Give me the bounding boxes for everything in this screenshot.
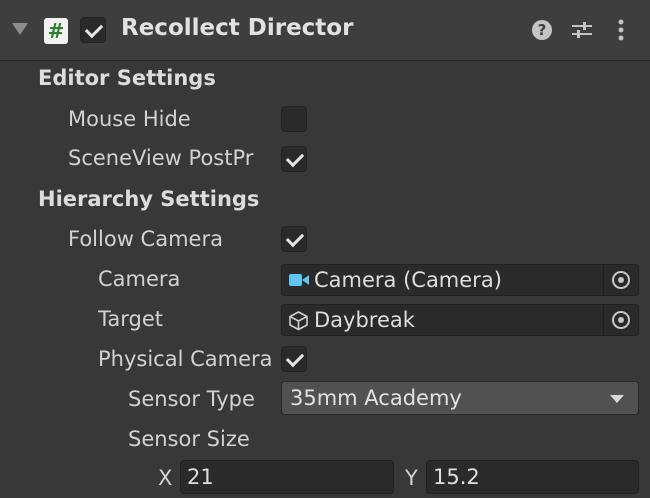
- cube-icon: [289, 311, 308, 331]
- camera-label: Camera: [98, 267, 181, 291]
- target-label: Target: [98, 307, 163, 331]
- section-hierarchy-settings: Hierarchy Settings: [38, 187, 260, 211]
- sceneview-postpr-checkbox[interactable]: [281, 146, 307, 172]
- sensor-type-dropdown[interactable]: 35mm Academy: [281, 381, 639, 415]
- camera-value: Camera (Camera): [314, 268, 502, 292]
- sensor-type-label: Sensor Type: [128, 387, 255, 411]
- chevron-down-icon: [610, 395, 624, 403]
- camera-icon: [289, 274, 309, 286]
- object-picker-icon[interactable]: [603, 305, 638, 335]
- sensor-size-x-label: X: [158, 466, 173, 490]
- sceneview-postpr-label: SceneView PostPr: [68, 146, 254, 170]
- sensor-size-y-label: Y: [405, 466, 418, 490]
- sensor-size-x-field[interactable]: 21: [180, 460, 394, 494]
- target-value: Daybreak: [314, 308, 415, 332]
- follow-camera-label: Follow Camera: [68, 227, 223, 251]
- foldout-arrow-icon[interactable]: [12, 23, 28, 35]
- sensor-size-y-value: 15.2: [433, 465, 480, 489]
- component-header: # Recollect Director ?: [0, 0, 650, 61]
- component-enabled-checkbox[interactable]: [80, 17, 106, 43]
- more-options-icon[interactable]: [612, 17, 630, 43]
- preset-sliders-icon[interactable]: [570, 19, 594, 41]
- camera-object-field[interactable]: Camera (Camera): [281, 264, 639, 296]
- mouse-hide-checkbox[interactable]: [281, 106, 307, 132]
- mouse-hide-label: Mouse Hide: [68, 107, 191, 131]
- physical-camera-label: Physical Camera: [98, 347, 273, 371]
- physical-camera-checkbox[interactable]: [281, 346, 307, 372]
- component-title: Recollect Director: [121, 15, 354, 41]
- section-editor-settings: Editor Settings: [38, 66, 216, 90]
- object-picker-icon[interactable]: [603, 265, 638, 295]
- sensor-size-label: Sensor Size: [128, 427, 250, 451]
- sensor-type-value: 35mm Academy: [290, 386, 462, 410]
- follow-camera-checkbox[interactable]: [281, 226, 307, 252]
- sensor-size-x-value: 21: [187, 465, 214, 489]
- sensor-size-y-field[interactable]: 15.2: [426, 460, 639, 494]
- target-object-field[interactable]: Daybreak: [281, 304, 639, 336]
- script-icon: #: [44, 18, 68, 44]
- help-icon[interactable]: ?: [532, 20, 552, 40]
